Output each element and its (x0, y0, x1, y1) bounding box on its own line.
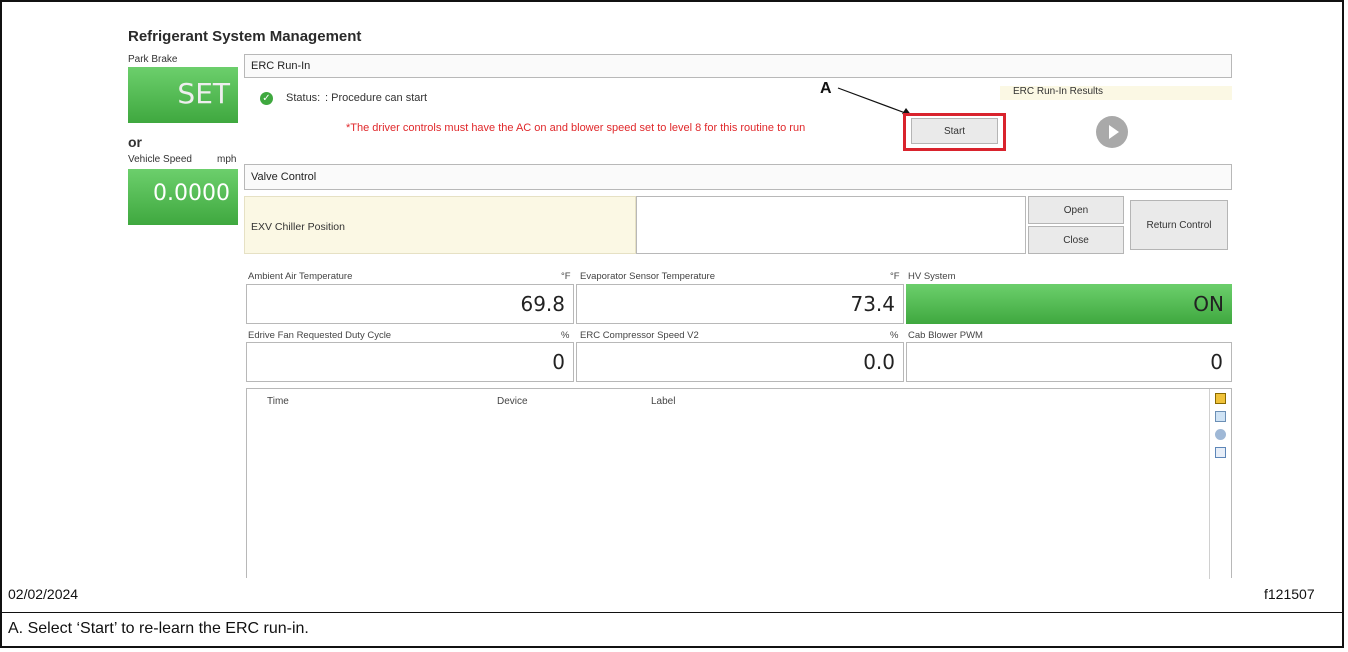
figure-caption: A. Select ‘Start’ to re-learn the ERC ru… (8, 620, 309, 637)
return-control-button[interactable]: Return Control (1130, 200, 1228, 250)
status-label: Status: (286, 92, 321, 104)
park-brake-label: Park Brake (128, 54, 178, 65)
evap-temp-value: 73.4 (576, 284, 904, 324)
valve-control-header: Valve Control (244, 164, 1232, 190)
column-header-label[interactable]: Label (651, 396, 675, 407)
app-screen: Refrigerant System Management Park Brake… (120, 22, 1236, 579)
fan-duty-label: Edrive Fan Requested Duty Cycle (248, 330, 392, 341)
hv-system-value: ON (906, 284, 1232, 324)
cab-blower-value: 0 (906, 342, 1232, 382)
park-brake-value: SET (177, 77, 230, 110)
figure-id: f121507 (1264, 586, 1315, 602)
compressor-speed-unit: % (890, 330, 899, 341)
warning-message: *The driver controls must have the AC on… (346, 122, 806, 134)
compressor-speed-label: ERC Compressor Speed V2 (580, 330, 699, 341)
exv-label-cell: EXV Chiller Position (244, 196, 636, 254)
close-button[interactable]: Close (1028, 226, 1124, 254)
erc-runin-header: ERC Run-In (244, 54, 1232, 78)
status-text: : Procedure can start (325, 92, 428, 104)
toolbar-divider (1209, 389, 1210, 579)
log-table[interactable]: Time Device Label (246, 388, 1232, 579)
globe-icon[interactable] (1215, 429, 1226, 440)
park-brake-indicator: SET (128, 67, 238, 123)
or-text: or (128, 134, 142, 150)
document-date: 02/02/2024 (8, 586, 79, 602)
exv-label: EXV Chiller Position (251, 221, 345, 233)
open-button[interactable]: Open (1028, 196, 1124, 224)
ambient-temp-label: Ambient Air Temperature (248, 271, 353, 282)
evap-temp-label: Evaporator Sensor Temperature (580, 271, 716, 282)
vehicle-speed-unit: mph (217, 154, 237, 165)
check-circle-icon: ✓ (260, 92, 273, 105)
results-label: ERC Run-In Results (1013, 86, 1104, 97)
fan-duty-unit: % (561, 330, 570, 341)
calendar-icon[interactable] (1215, 447, 1226, 458)
ambient-temp-unit: °F (561, 271, 571, 282)
vehicle-speed-value: 0.0000 (153, 181, 230, 206)
hv-system-label: HV System (908, 271, 956, 282)
vehicle-speed-indicator: 0.0000 (128, 169, 238, 225)
compressor-speed-value: 0.0 (576, 342, 904, 382)
fan-duty-value: 0 (246, 342, 574, 382)
flag-icon[interactable] (1215, 393, 1226, 404)
caption-divider (0, 612, 1344, 613)
export-icon[interactable] (1215, 411, 1226, 422)
column-header-time[interactable]: Time (267, 396, 289, 407)
vehicle-speed-label: Vehicle Speed (128, 154, 192, 165)
play-icon[interactable] (1096, 116, 1128, 148)
cab-blower-label: Cab Blower PWM (908, 330, 983, 341)
window-title: Refrigerant System Management (128, 28, 362, 45)
ambient-temp-value: 69.8 (246, 284, 574, 324)
start-button[interactable]: Start (911, 118, 998, 144)
evap-temp-unit: °F (890, 271, 900, 282)
exv-position-field[interactable] (636, 196, 1026, 254)
column-header-device[interactable]: Device (497, 396, 528, 407)
callout-label: A (820, 80, 832, 97)
